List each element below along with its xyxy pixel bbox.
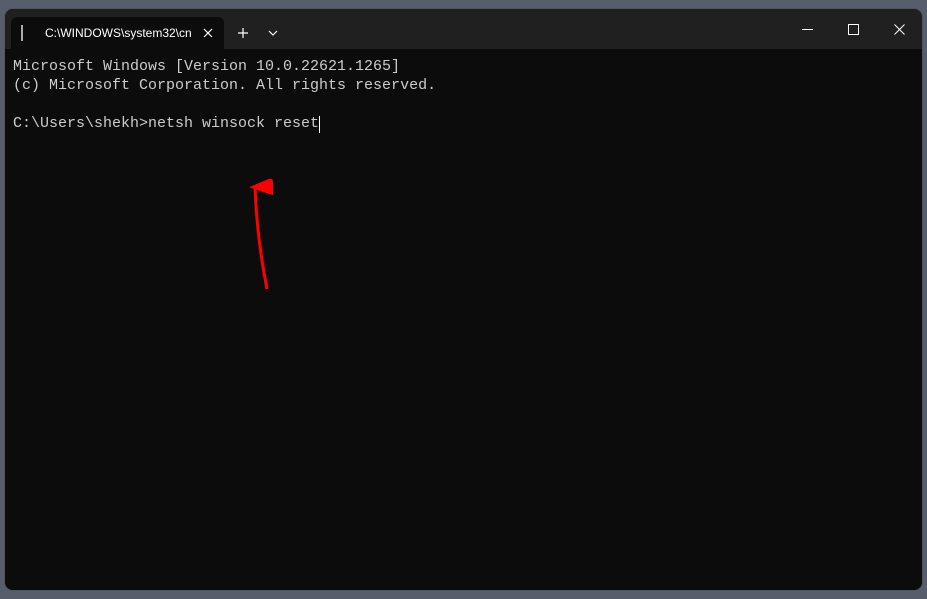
minimize-button[interactable] (784, 9, 830, 49)
terminal-prompt: C:\Users\shekh> (13, 115, 148, 132)
tab-strip: C:\WINDOWS\system32\cn (5, 9, 288, 49)
terminal-body[interactable]: Microsoft Windows [Version 10.0.22621.12… (5, 49, 922, 590)
close-tab-button[interactable] (200, 25, 216, 41)
tab-dropdown-button[interactable] (258, 18, 288, 48)
close-icon (894, 24, 905, 35)
tab-title: C:\WINDOWS\system32\cn (45, 26, 192, 40)
tab-active[interactable]: C:\WINDOWS\system32\cn (11, 17, 224, 49)
plus-icon (237, 27, 249, 39)
terminal-output-line: (c) Microsoft Corporation. All rights re… (13, 77, 436, 94)
titlebar[interactable]: C:\WINDOWS\system32\cn (5, 9, 922, 49)
maximize-icon (848, 24, 859, 35)
maximize-button[interactable] (830, 9, 876, 49)
terminal-window: C:\WINDOWS\system32\cn (5, 9, 922, 590)
chevron-down-icon (268, 30, 278, 36)
minimize-icon (802, 29, 813, 30)
close-icon (203, 28, 213, 38)
annotation-arrow-icon (247, 179, 287, 299)
new-tab-button[interactable] (228, 18, 258, 48)
terminal-output-line: Microsoft Windows [Version 10.0.22621.12… (13, 58, 400, 75)
terminal-command-input[interactable]: netsh winsock reset (148, 115, 319, 132)
terminal-cursor (319, 116, 320, 133)
close-button[interactable] (876, 9, 922, 49)
window-controls (784, 9, 922, 49)
terminal-icon (21, 25, 37, 41)
titlebar-drag-region[interactable] (288, 9, 784, 49)
